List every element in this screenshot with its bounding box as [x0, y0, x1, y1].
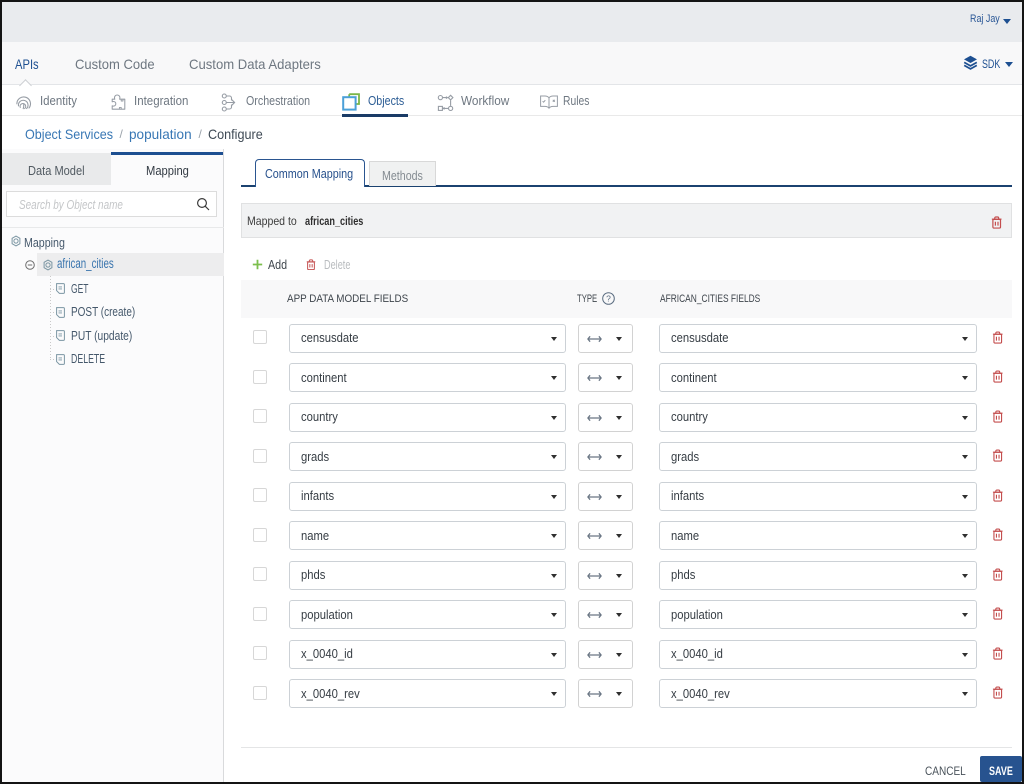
svg-text:?: ? [606, 293, 611, 303]
